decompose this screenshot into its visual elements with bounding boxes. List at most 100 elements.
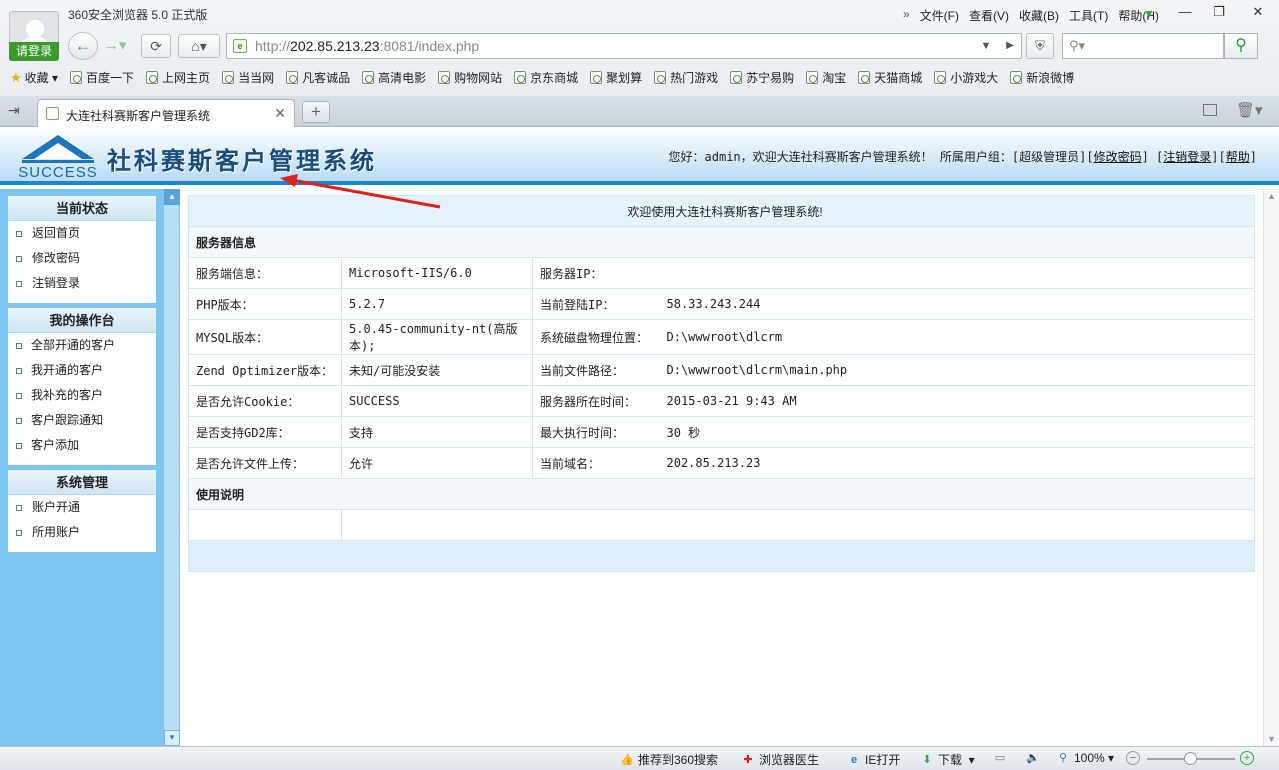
menu-item-logout[interactable]: 注销登录 (8, 271, 156, 296)
screen-icon[interactable]: ▭ (993, 751, 1011, 765)
menu-section-title: 系统管理 (8, 470, 156, 495)
usage-cell (341, 509, 1255, 541)
row-value: 2015-03-21 9:43 AM (659, 385, 1255, 417)
menu-view[interactable]: 查看(V) (969, 7, 1009, 24)
menu-item-open-account[interactable]: 账户开通 (8, 495, 156, 520)
row-label: MYSQL版本： (188, 319, 342, 355)
row-label: Zend Optimizer版本： (188, 354, 342, 386)
speaker-icon[interactable]: 🔈 (1026, 751, 1044, 765)
address-dropdown-icon[interactable]: ▼ (976, 34, 996, 58)
row-value: 允许 (341, 447, 533, 479)
logout-link[interactable]: 注销登录 (1163, 150, 1211, 164)
skin-shirt-icon[interactable]: ▼ (1143, 8, 1157, 20)
change-password-link[interactable]: 修改密码 (1094, 150, 1142, 164)
bookmark-item[interactable]: 百度一下 (70, 69, 134, 86)
favorites-menu[interactable]: ★ 收藏 ▾ (10, 69, 58, 86)
download-button[interactable]: ⬇ 下载 ▾ (920, 751, 974, 768)
bullet-icon (16, 504, 22, 511)
bookmark-item[interactable]: 苏宁易购 (730, 69, 794, 86)
zoom-level-button[interactable]: ⚲ 100% ▾ (1056, 751, 1114, 765)
page-icon (438, 71, 451, 84)
refresh-button[interactable]: ⟳ (141, 34, 171, 58)
greeting-text: 您好：admin，欢迎大连社科赛斯客户管理系统！ 所属用户组：[超级管理员] (668, 150, 1087, 164)
house-roof-icon (22, 135, 94, 163)
minimize-button[interactable]: — (1170, 2, 1200, 22)
page-icon (590, 71, 603, 84)
row-value: 未知/可能没安装 (341, 354, 533, 386)
close-window-button[interactable]: ✕ (1243, 2, 1273, 22)
search-engine-icon[interactable]: ⚲▾ (1069, 38, 1085, 54)
status-bar: 👍 推荐到360搜索 ✚ 浏览器医生 e IE打开 ⬇ 下载 ▾ ▭ 🔈 ⚲ 100% ▾… (0, 746, 1279, 770)
scroll-down-icon[interactable]: ▼ (164, 730, 180, 746)
home-button[interactable]: ⌂▾ (178, 34, 220, 58)
zoom-slider-handle[interactable] (1184, 752, 1197, 765)
scroll-down-icon[interactable]: ▼ (1267, 734, 1276, 744)
restore-tabs-icon[interactable] (1203, 104, 1217, 116)
section-row: 服务器信息 (188, 226, 1255, 258)
bookmark-item[interactable]: 聚划算 (590, 69, 642, 86)
bullet-icon (16, 392, 22, 399)
new-tab-button[interactable]: + (302, 101, 330, 123)
search-button[interactable]: ⚲ (1224, 33, 1258, 59)
address-bar[interactable]: e http://202.85.213.23:8081/index.php (226, 33, 1022, 59)
nav-frame-scrollbar[interactable]: ▲ ▼ (163, 189, 180, 746)
menu-item-followup-notice[interactable]: 客户跟踪通知 (8, 408, 156, 433)
page-icon (514, 71, 527, 84)
scroll-up-icon[interactable]: ▲ (164, 189, 180, 205)
menu-item-change-password[interactable]: 修改密码 (8, 246, 156, 271)
bookmark-item[interactable]: 购物网站 (438, 69, 502, 86)
page-icon (654, 71, 667, 84)
address-go-icon[interactable]: ▶ (999, 34, 1021, 58)
tab-close-icon[interactable]: ✕ (274, 105, 286, 122)
menu-favorites[interactable]: 收藏(B) (1019, 7, 1059, 24)
back-button[interactable]: ← (68, 32, 98, 60)
bookmark-item[interactable]: 当当网 (222, 69, 274, 86)
menu-item-home[interactable]: 返回首页 (8, 221, 156, 246)
search-input[interactable]: ⚲▾ (1062, 33, 1224, 59)
row-value: 5.2.7 (341, 288, 533, 320)
recommend-360-button[interactable]: 👍 推荐到360搜索 (620, 751, 718, 768)
menu-overflow-icon[interactable]: » (903, 7, 910, 24)
usage-row (188, 509, 1255, 541)
scroll-up-icon[interactable]: ▲ (1267, 191, 1276, 201)
bookmark-item[interactable]: 高清电影 (362, 69, 426, 86)
menu-item-my-customers[interactable]: 我开通的客户 (8, 358, 156, 383)
security-shield-icon[interactable]: ⛨ (1026, 33, 1054, 59)
closed-tabs-trash-icon[interactable]: 🗑▾ (1236, 101, 1263, 119)
menu-tools[interactable]: 工具(T) (1069, 7, 1108, 24)
bullet-icon (16, 255, 22, 262)
row-label: 当前登陆IP： (532, 288, 660, 320)
menu-item-all-customers[interactable]: 全部开通的客户 (8, 333, 156, 358)
zoom-out-icon[interactable]: − (1126, 751, 1144, 765)
forward-button[interactable]: →▾ (104, 36, 134, 56)
logo-text: SUCCESS (18, 164, 98, 181)
menu-item-supplemented-customers[interactable]: 我补充的客户 (8, 383, 156, 408)
zoom-in-icon[interactable]: + (1240, 751, 1258, 765)
bookmark-item[interactable]: 新浪微博 (1010, 69, 1074, 86)
help-link[interactable]: 帮助 (1226, 150, 1250, 164)
bookmark-item[interactable]: 京东商城 (514, 69, 578, 86)
login-button[interactable]: 请登录 (9, 42, 59, 61)
maximize-button[interactable]: ❐ (1204, 2, 1234, 22)
bookmark-item[interactable]: 热门游戏 (654, 69, 718, 86)
sidebar-toggle-icon[interactable]: ⇥ (8, 102, 20, 119)
row-value: D:\wwwroot\dlcrm (659, 319, 1255, 355)
menu-item-add-customer[interactable]: 客户添加 (8, 433, 156, 458)
table-row: 是否支持GD2库： 支持 最大执行时间： 30 秒 (188, 416, 1255, 448)
bookmark-item[interactable]: 凡客诚品 (286, 69, 350, 86)
row-value: 58.33.243.244 (659, 288, 1255, 320)
bookmark-item[interactable]: 上网主页 (146, 69, 210, 86)
menu-item-all-accounts[interactable]: 所用账户 (8, 520, 156, 545)
ie-open-button[interactable]: e IE打开 (847, 751, 900, 768)
page-scrollbar[interactable]: ▲ ▼ (1263, 189, 1279, 746)
bookmark-item[interactable]: 淘宝 (806, 69, 846, 86)
bookmark-item[interactable]: 天猫商城 (858, 69, 922, 86)
tab-bar: ⇥ 大连社科赛斯客户管理系统 ✕ + 🗑▾ (0, 96, 1279, 127)
usage-cell (188, 509, 342, 541)
bookmark-item[interactable]: 小游戏大 (934, 69, 998, 86)
page-icon (286, 71, 299, 84)
tab-active[interactable]: 大连社科赛斯客户管理系统 ✕ (37, 99, 295, 127)
address-url[interactable]: http://202.85.213.23:8081/index.php (255, 38, 479, 54)
menu-file[interactable]: 文件(F) (920, 7, 959, 24)
browser-doctor-button[interactable]: ✚ 浏览器医生 (741, 751, 819, 768)
